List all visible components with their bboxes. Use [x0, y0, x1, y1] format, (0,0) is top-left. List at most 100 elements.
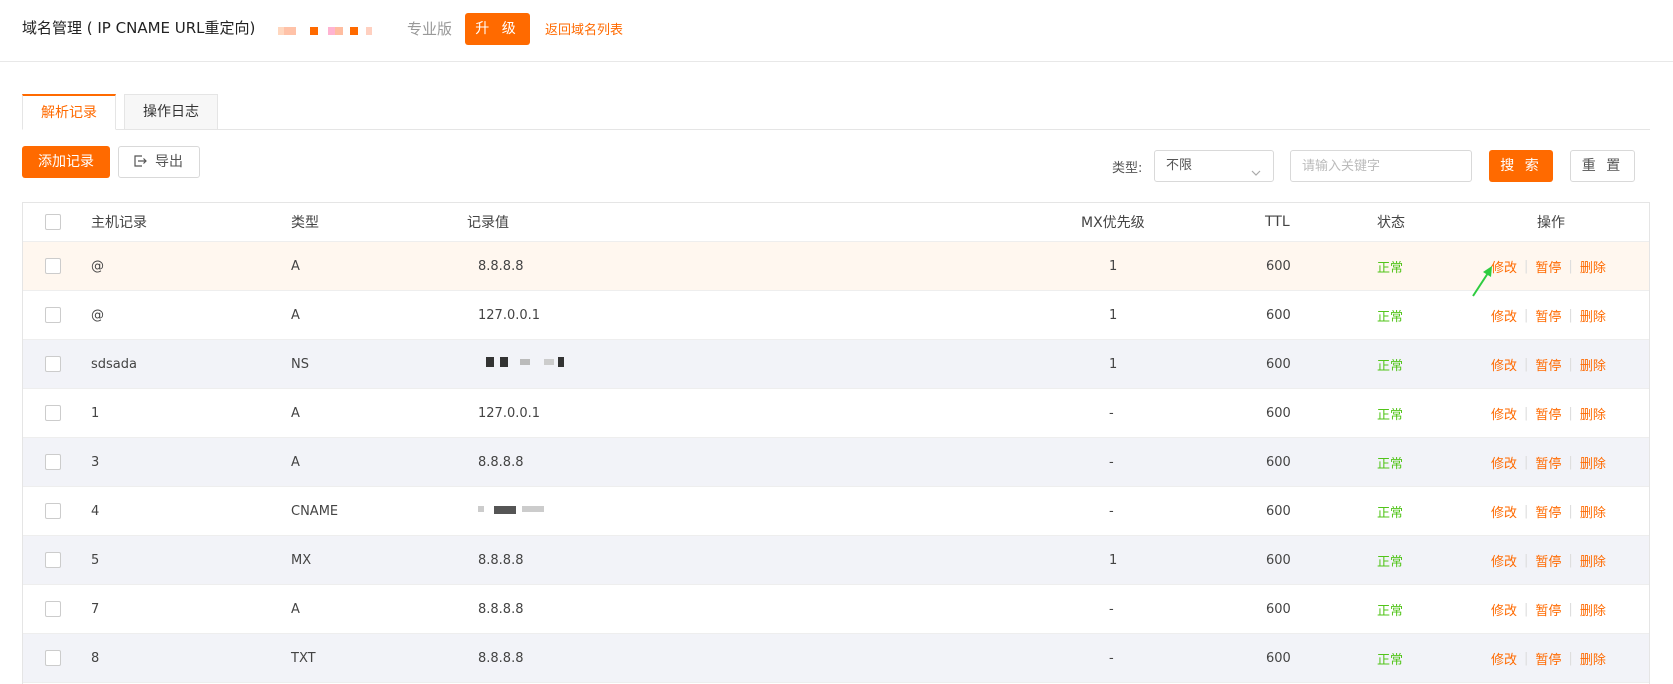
status-badge: 正常 — [1377, 505, 1404, 521]
record-mx-priority: - — [1109, 454, 1114, 470]
table-row: sdsada NS 1 600 正常 修改 | 暂停 | 删除 — [23, 340, 1649, 389]
record-host: 3 — [91, 454, 100, 470]
table-row: @ A 8.8.8.8 1 600 正常 修改 | 暂停 | 删除 — [23, 242, 1649, 291]
pause-link[interactable]: 暂停 — [1535, 306, 1561, 325]
action-separator: | — [1568, 258, 1573, 274]
row-checkbox[interactable] — [45, 258, 61, 274]
row-checkbox[interactable] — [45, 650, 61, 666]
record-mx-priority: 1 — [1109, 356, 1118, 372]
table-row: 7 A 8.8.8.8 - 600 正常 修改 | 暂停 | 删除 — [23, 585, 1649, 634]
row-checkbox[interactable] — [45, 503, 61, 519]
masked-record-value — [478, 357, 568, 371]
add-record-button[interactable]: 添加记录 — [22, 146, 110, 178]
export-button[interactable]: 导出 — [118, 146, 200, 178]
tab-dns-records[interactable]: 解析记录 — [22, 94, 116, 130]
delete-link[interactable]: 删除 — [1580, 600, 1606, 619]
row-checkbox[interactable] — [45, 405, 61, 421]
tab-bar: 解析记录 操作日志 — [22, 94, 1650, 130]
pause-link[interactable]: 暂停 — [1535, 257, 1561, 276]
record-type: MX — [291, 552, 312, 568]
pause-link[interactable]: 暂停 — [1535, 355, 1561, 374]
record-ttl: 600 — [1266, 552, 1291, 568]
row-checkbox[interactable] — [45, 601, 61, 617]
delete-link[interactable]: 删除 — [1580, 306, 1606, 325]
edit-link[interactable]: 修改 — [1491, 404, 1517, 423]
record-ttl: 600 — [1266, 454, 1291, 470]
action-separator: | — [1524, 454, 1529, 470]
row-checkbox[interactable] — [45, 356, 61, 372]
delete-link[interactable]: 删除 — [1580, 649, 1606, 668]
record-host: sdsada — [91, 356, 137, 372]
row-checkbox[interactable] — [45, 552, 61, 568]
action-separator: | — [1524, 258, 1529, 274]
delete-link[interactable]: 删除 — [1580, 502, 1606, 521]
record-ttl: 600 — [1266, 601, 1291, 617]
pause-link[interactable]: 暂停 — [1535, 600, 1561, 619]
action-separator: | — [1524, 307, 1529, 323]
record-host: 1 — [91, 405, 100, 421]
search-button[interactable]: 搜 索 — [1489, 150, 1553, 182]
masked-record-value — [478, 504, 568, 518]
delete-link[interactable]: 删除 — [1580, 355, 1606, 374]
records-table: 主机记录 类型 记录值 MX优先级 TTL 状态 操作 @ A 8.8.8.8 … — [22, 202, 1650, 684]
upgrade-button[interactable]: 升 级 — [465, 13, 530, 45]
action-separator: | — [1524, 405, 1529, 421]
reset-button[interactable]: 重 置 — [1570, 150, 1635, 182]
action-separator: | — [1524, 601, 1529, 617]
table-header-row: 主机记录 类型 记录值 MX优先级 TTL 状态 操作 — [23, 203, 1649, 242]
delete-link[interactable]: 删除 — [1580, 404, 1606, 423]
table-row: 1 A 127.0.0.1 - 600 正常 修改 | 暂停 | 删除 — [23, 389, 1649, 438]
pause-link[interactable]: 暂停 — [1535, 551, 1561, 570]
record-mx-priority: 1 — [1109, 258, 1118, 274]
type-filter-select[interactable]: 不限 — [1154, 150, 1274, 182]
record-mx-priority: - — [1109, 650, 1114, 666]
select-all-checkbox[interactable] — [45, 214, 61, 230]
record-value: 8.8.8.8 — [478, 650, 524, 666]
record-ttl: 600 — [1266, 650, 1291, 666]
tab-operation-log[interactable]: 操作日志 — [124, 94, 218, 130]
edition-label: 专业版 — [407, 20, 453, 38]
edit-link[interactable]: 修改 — [1491, 600, 1517, 619]
delete-link[interactable]: 删除 — [1580, 551, 1606, 570]
status-badge: 正常 — [1377, 309, 1404, 325]
action-separator: | — [1524, 356, 1529, 372]
type-filter-label: 类型: — [1112, 161, 1143, 176]
action-separator: | — [1524, 650, 1529, 666]
search-input[interactable] — [1290, 150, 1472, 182]
record-ttl: 600 — [1266, 307, 1291, 323]
edit-link[interactable]: 修改 — [1491, 649, 1517, 668]
record-mx-priority: - — [1109, 601, 1114, 617]
action-separator: | — [1568, 650, 1573, 666]
pause-link[interactable]: 暂停 — [1535, 649, 1561, 668]
row-checkbox[interactable] — [45, 454, 61, 470]
status-badge: 正常 — [1377, 456, 1404, 472]
column-actions: 操作 — [1537, 215, 1565, 231]
delete-link[interactable]: 删除 — [1580, 257, 1606, 276]
edit-link[interactable]: 修改 — [1491, 502, 1517, 521]
record-type: CNAME — [291, 503, 339, 519]
pause-link[interactable]: 暂停 — [1535, 502, 1561, 521]
pause-link[interactable]: 暂停 — [1535, 404, 1561, 423]
record-mx-priority: - — [1109, 503, 1114, 519]
table-row: 8 TXT 8.8.8.8 - 600 正常 修改 | 暂停 | 删除 — [23, 634, 1649, 683]
action-separator: | — [1568, 405, 1573, 421]
column-type: 类型 — [291, 215, 319, 231]
status-badge: 正常 — [1377, 603, 1404, 619]
record-value: 8.8.8.8 — [478, 454, 524, 470]
delete-link[interactable]: 删除 — [1580, 453, 1606, 472]
row-checkbox[interactable] — [45, 307, 61, 323]
record-value: 8.8.8.8 — [478, 601, 524, 617]
status-badge: 正常 — [1377, 260, 1404, 276]
annotation-arrow-icon — [1470, 262, 1496, 298]
pause-link[interactable]: 暂停 — [1535, 453, 1561, 472]
column-value: 记录值 — [467, 215, 509, 231]
edit-link[interactable]: 修改 — [1491, 453, 1517, 472]
edit-link[interactable]: 修改 — [1491, 355, 1517, 374]
edit-link[interactable]: 修改 — [1491, 551, 1517, 570]
record-ttl: 600 — [1266, 356, 1291, 372]
action-separator: | — [1568, 356, 1573, 372]
edit-link[interactable]: 修改 — [1491, 306, 1517, 325]
record-value: 8.8.8.8 — [478, 258, 524, 274]
record-mx-priority: 1 — [1109, 552, 1118, 568]
back-to-domain-list-link[interactable]: 返回域名列表 — [545, 19, 623, 38]
